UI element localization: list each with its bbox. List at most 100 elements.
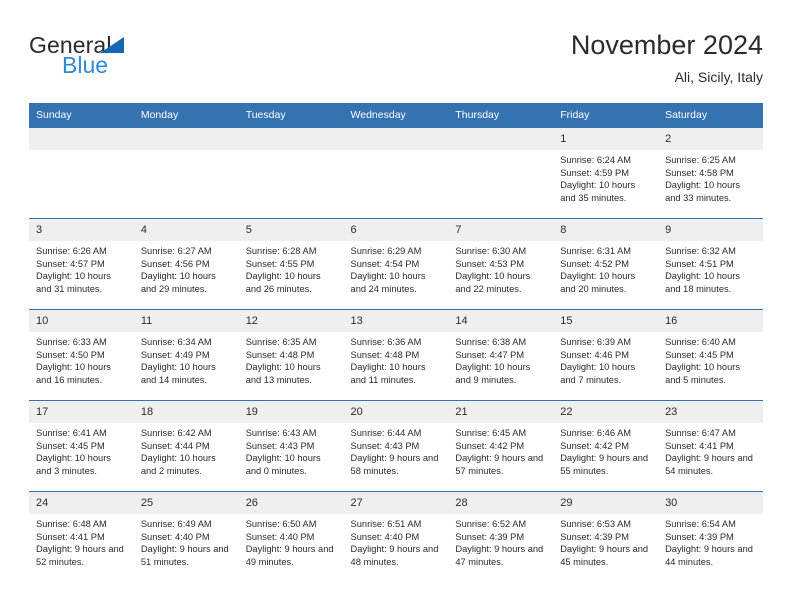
sunrise-text: Sunrise: 6:26 AM: [36, 246, 107, 256]
day-details: Sunrise: 6:36 AM Sunset: 4:48 PM Daylight:…: [344, 332, 449, 386]
calendar-day-cell[interactable]: 1 Sunrise: 6:24 AM Sunset: 4:59 PM Daylight…: [553, 127, 659, 219]
calendar-day-cell[interactable]: 2 Sunrise: 6:25 AM Sunset: 4:58 PM Daylight…: [658, 127, 763, 219]
day-details: Sunrise: 6:35 AM Sunset: 4:48 PM Daylight:…: [239, 332, 344, 386]
calendar-day-cell[interactable]: 19 Sunrise: 6:43 AM Sunset: 4:43 PM Dayligh…: [238, 400, 344, 492]
day-number: 30: [658, 492, 763, 514]
title-block: November 2024 Ali, Sicily, Italy: [571, 30, 763, 85]
sunset-text: Sunset: 4:49 PM: [140, 349, 210, 360]
day-details: Sunrise: 6:26 AM Sunset: 4:57 PM Daylight:…: [29, 241, 134, 295]
sunset-text: Sunset: 4:52 PM: [560, 258, 629, 269]
triangle-icon: [100, 37, 124, 53]
calendar-day-cell-empty: [343, 127, 449, 219]
day-number: 18: [133, 401, 239, 423]
calendar-day-cell[interactable]: 9 Sunrise: 6:32 AM Sunset: 4:51 PM Daylight…: [658, 218, 763, 310]
daylight-text: Daylight: 9 hours and 49 minutes.: [245, 544, 334, 567]
calendar-day-cell[interactable]: 22 Sunrise: 6:46 AM Sunset: 4:42 PM Dayligh…: [553, 400, 659, 492]
calendar-day-cell[interactable]: 3 Sunrise: 6:26 AM Sunset: 4:57 PM Daylight…: [29, 218, 134, 310]
sunset-text: Sunset: 4:45 PM: [36, 440, 105, 451]
calendar-day-cell[interactable]: 11 Sunrise: 6:34 AM Sunset: 4:49 PM Dayligh…: [133, 309, 239, 401]
weekday-header-saturday: Saturday: [658, 103, 763, 128]
daylight-text: Daylight: 10 hours and 11 minutes.: [350, 362, 426, 385]
daylight-text: Daylight: 9 hours and 44 minutes.: [665, 544, 753, 567]
calendar-day-cell[interactable]: 28 Sunrise: 6:52 AM Sunset: 4:39 PM Dayligh…: [448, 491, 554, 582]
calendar-day-cell[interactable]: 4 Sunrise: 6:27 AM Sunset: 4:56 PM Daylight…: [133, 218, 239, 310]
calendar-day-cell[interactable]: 25 Sunrise: 6:49 AM Sunset: 4:40 PM Dayligh…: [133, 491, 239, 582]
sunrise-text: Sunrise: 6:30 AM: [455, 246, 527, 256]
calendar-day-cell[interactable]: 8 Sunrise: 6:31 AM Sunset: 4:52 PM Daylight…: [553, 218, 659, 310]
calendar-day-cell[interactable]: 14 Sunrise: 6:38 AM Sunset: 4:47 PM Dayligh…: [448, 309, 554, 401]
sunset-text: Sunset: 4:42 PM: [455, 440, 525, 451]
calendar-day-cell[interactable]: 10 Sunrise: 6:33 AM Sunset: 4:50 PM Dayligh…: [29, 309, 134, 401]
page-masthead: General Blue November 2024 Ali, Sicily, …: [29, 30, 763, 98]
sunrise-text: Sunrise: 6:51 AM: [350, 519, 422, 529]
calendar-page: General Blue November 2024 Ali, Sicily, …: [0, 0, 792, 612]
calendar-day-cell[interactable]: 12 Sunrise: 6:35 AM Sunset: 4:48 PM Dayligh…: [238, 309, 344, 401]
daylight-text: Daylight: 10 hours and 16 minutes.: [36, 362, 111, 385]
calendar-day-cell[interactable]: 18 Sunrise: 6:42 AM Sunset: 4:44 PM Dayligh…: [133, 400, 239, 492]
daylight-text: Daylight: 9 hours and 54 minutes.: [665, 453, 753, 476]
calendar-day-cell[interactable]: 23 Sunrise: 6:47 AM Sunset: 4:41 PM Dayligh…: [658, 400, 763, 492]
calendar-header-row: Sunday Monday Tuesday Wednesday Thursday…: [29, 103, 763, 128]
day-number: 6: [343, 219, 449, 241]
day-number: [343, 128, 449, 150]
daylight-text: Daylight: 10 hours and 5 minutes.: [665, 362, 740, 385]
sunrise-text: Sunrise: 6:50 AM: [245, 519, 317, 529]
calendar-day-cell[interactable]: 17 Sunrise: 6:41 AM Sunset: 4:45 PM Dayligh…: [29, 400, 134, 492]
day-number: 19: [238, 401, 344, 423]
calendar-day-cell[interactable]: 15 Sunrise: 6:39 AM Sunset: 4:46 PM Dayligh…: [553, 309, 659, 401]
calendar-day-cell[interactable]: 30 Sunrise: 6:54 AM Sunset: 4:39 PM Dayligh…: [658, 491, 763, 582]
day-number: 9: [658, 219, 763, 241]
calendar-day-cell[interactable]: 16 Sunrise: 6:40 AM Sunset: 4:45 PM Dayligh…: [658, 309, 763, 401]
calendar-day-cell[interactable]: 20 Sunrise: 6:44 AM Sunset: 4:43 PM Dayligh…: [343, 400, 449, 492]
day-details: Sunrise: 6:52 AM Sunset: 4:39 PM Daylight:…: [448, 514, 553, 568]
day-number: 25: [133, 492, 239, 514]
daylight-text: Daylight: 10 hours and 20 minutes.: [560, 271, 636, 294]
sunrise-text: Sunrise: 6:25 AM: [665, 155, 736, 165]
calendar-day-cell[interactable]: 29 Sunrise: 6:53 AM Sunset: 4:39 PM Dayligh…: [553, 491, 659, 582]
sunset-text: Sunset: 4:39 PM: [560, 531, 629, 542]
day-details: Sunrise: 6:41 AM Sunset: 4:45 PM Daylight:…: [29, 423, 134, 477]
calendar-day-cell[interactable]: 6 Sunrise: 6:29 AM Sunset: 4:54 PM Daylight…: [343, 218, 449, 310]
daylight-text: Daylight: 10 hours and 29 minutes.: [140, 271, 216, 294]
day-number: 20: [343, 401, 449, 423]
day-details: Sunrise: 6:34 AM Sunset: 4:49 PM Daylight:…: [134, 332, 239, 386]
sunrise-text: Sunrise: 6:45 AM: [455, 428, 527, 438]
sunrise-text: Sunrise: 6:33 AM: [36, 337, 107, 347]
daylight-text: Daylight: 9 hours and 58 minutes.: [350, 453, 439, 476]
sunset-text: Sunset: 4:48 PM: [245, 349, 315, 360]
daylight-text: Daylight: 9 hours and 45 minutes.: [560, 544, 649, 567]
calendar-day-cell[interactable]: 26 Sunrise: 6:50 AM Sunset: 4:40 PM Dayligh…: [238, 491, 344, 582]
day-details: Sunrise: 6:32 AM Sunset: 4:51 PM Daylight:…: [658, 241, 763, 295]
sunrise-text: Sunrise: 6:32 AM: [665, 246, 736, 256]
daylight-text: Daylight: 10 hours and 7 minutes.: [560, 362, 636, 385]
daylight-text: Daylight: 9 hours and 55 minutes.: [560, 453, 649, 476]
daylight-text: Daylight: 9 hours and 47 minutes.: [455, 544, 544, 567]
calendar-day-cell[interactable]: 27 Sunrise: 6:51 AM Sunset: 4:40 PM Dayligh…: [343, 491, 449, 582]
calendar-day-cell-empty: [238, 127, 344, 219]
daylight-text: Daylight: 10 hours and 0 minutes.: [245, 453, 321, 476]
sunset-text: Sunset: 4:46 PM: [560, 349, 629, 360]
calendar-week-row: 1 Sunrise: 6:24 AM Sunset: 4:59 PM Daylight…: [29, 127, 763, 219]
day-details: Sunrise: 6:30 AM Sunset: 4:53 PM Daylight:…: [448, 241, 553, 295]
day-details: Sunrise: 6:49 AM Sunset: 4:40 PM Daylight:…: [134, 514, 239, 568]
calendar-day-cell[interactable]: 7 Sunrise: 6:30 AM Sunset: 4:53 PM Daylight…: [448, 218, 554, 310]
calendar-day-cell[interactable]: 13 Sunrise: 6:36 AM Sunset: 4:48 PM Dayligh…: [343, 309, 449, 401]
sunset-text: Sunset: 4:54 PM: [350, 258, 420, 269]
day-details: Sunrise: 6:27 AM Sunset: 4:56 PM Daylight:…: [134, 241, 239, 295]
sunset-text: Sunset: 4:43 PM: [245, 440, 315, 451]
day-number: 13: [343, 310, 449, 332]
sunrise-text: Sunrise: 6:41 AM: [36, 428, 107, 438]
day-number: 12: [238, 310, 344, 332]
sunset-text: Sunset: 4:53 PM: [455, 258, 525, 269]
weekday-header-friday: Friday: [553, 103, 659, 128]
sunset-text: Sunset: 4:43 PM: [350, 440, 420, 451]
sunrise-text: Sunrise: 6:49 AM: [140, 519, 212, 529]
calendar-day-cell[interactable]: 24 Sunrise: 6:48 AM Sunset: 4:41 PM Dayligh…: [29, 491, 134, 582]
calendar-day-cell[interactable]: 21 Sunrise: 6:45 AM Sunset: 4:42 PM Dayligh…: [448, 400, 554, 492]
brand-name-secondary: Blue: [62, 52, 109, 78]
day-details: Sunrise: 6:48 AM Sunset: 4:41 PM Daylight:…: [29, 514, 134, 568]
calendar-day-cell[interactable]: 5 Sunrise: 6:28 AM Sunset: 4:55 PM Daylight…: [238, 218, 344, 310]
brand-logo[interactable]: General Blue: [29, 34, 249, 84]
sunset-text: Sunset: 4:40 PM: [140, 531, 210, 542]
sunrise-text: Sunrise: 6:28 AM: [245, 246, 317, 256]
